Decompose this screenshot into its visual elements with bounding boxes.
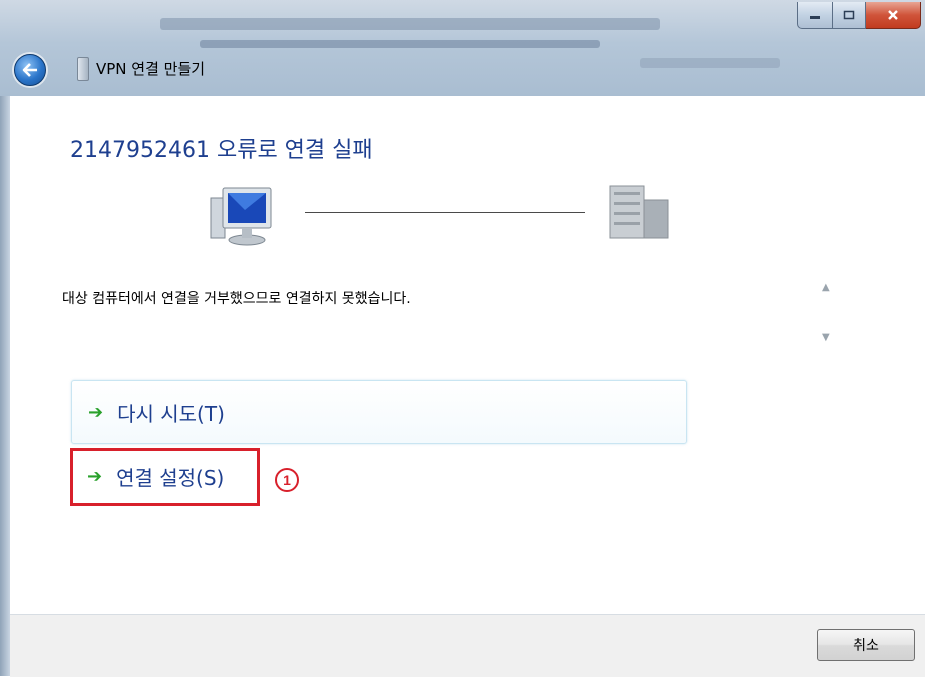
back-arrow-icon — [22, 63, 37, 77]
footer-bar: 취소 — [10, 614, 925, 677]
back-button[interactable] — [14, 54, 46, 86]
scroll-down-arrow[interactable]: ▼ — [822, 332, 830, 343]
computer-icon — [210, 187, 272, 246]
minimize-icon — [810, 16, 820, 19]
scroll-up-arrow[interactable]: ▲ — [822, 282, 830, 293]
annotation-marker: 1 — [275, 468, 299, 492]
caption-buttons — [797, 2, 921, 29]
window-title: VPN 연결 만들기 — [96, 60, 206, 78]
vpn-icon — [77, 57, 89, 81]
connection-line — [305, 212, 585, 213]
maximize-button[interactable] — [833, 2, 866, 29]
cancel-button[interactable]: 취소 — [817, 629, 915, 661]
error-heading: 2147952461 오류로 연결 실패 — [70, 138, 373, 163]
retry-link-label: 다시 시도(T) — [117, 401, 225, 426]
maximize-icon — [843, 10, 855, 20]
error-message: 대상 컴퓨터에서 연결을 거부했으므로 연결하지 못했습니다. — [62, 291, 411, 307]
window-border — [0, 96, 10, 676]
close-button[interactable] — [866, 2, 921, 29]
server-icon — [609, 185, 669, 239]
background-blur — [160, 18, 660, 30]
background-blur — [640, 58, 780, 68]
minimize-button[interactable] — [797, 2, 833, 29]
green-arrow-icon: ➔ — [88, 401, 104, 423]
connection-graphic — [195, 180, 695, 250]
highlight-annotation-box — [70, 448, 260, 506]
retry-link[interactable]: ➔ 다시 시도(T) — [71, 380, 687, 444]
close-icon — [888, 10, 898, 20]
content-area: 2147952461 오류로 연결 실패 대상 컴퓨터에서 연결을 거부했으므로… — [10, 96, 925, 614]
title-bar: VPN 연결 만들기 — [0, 0, 925, 96]
background-blur — [200, 40, 600, 48]
